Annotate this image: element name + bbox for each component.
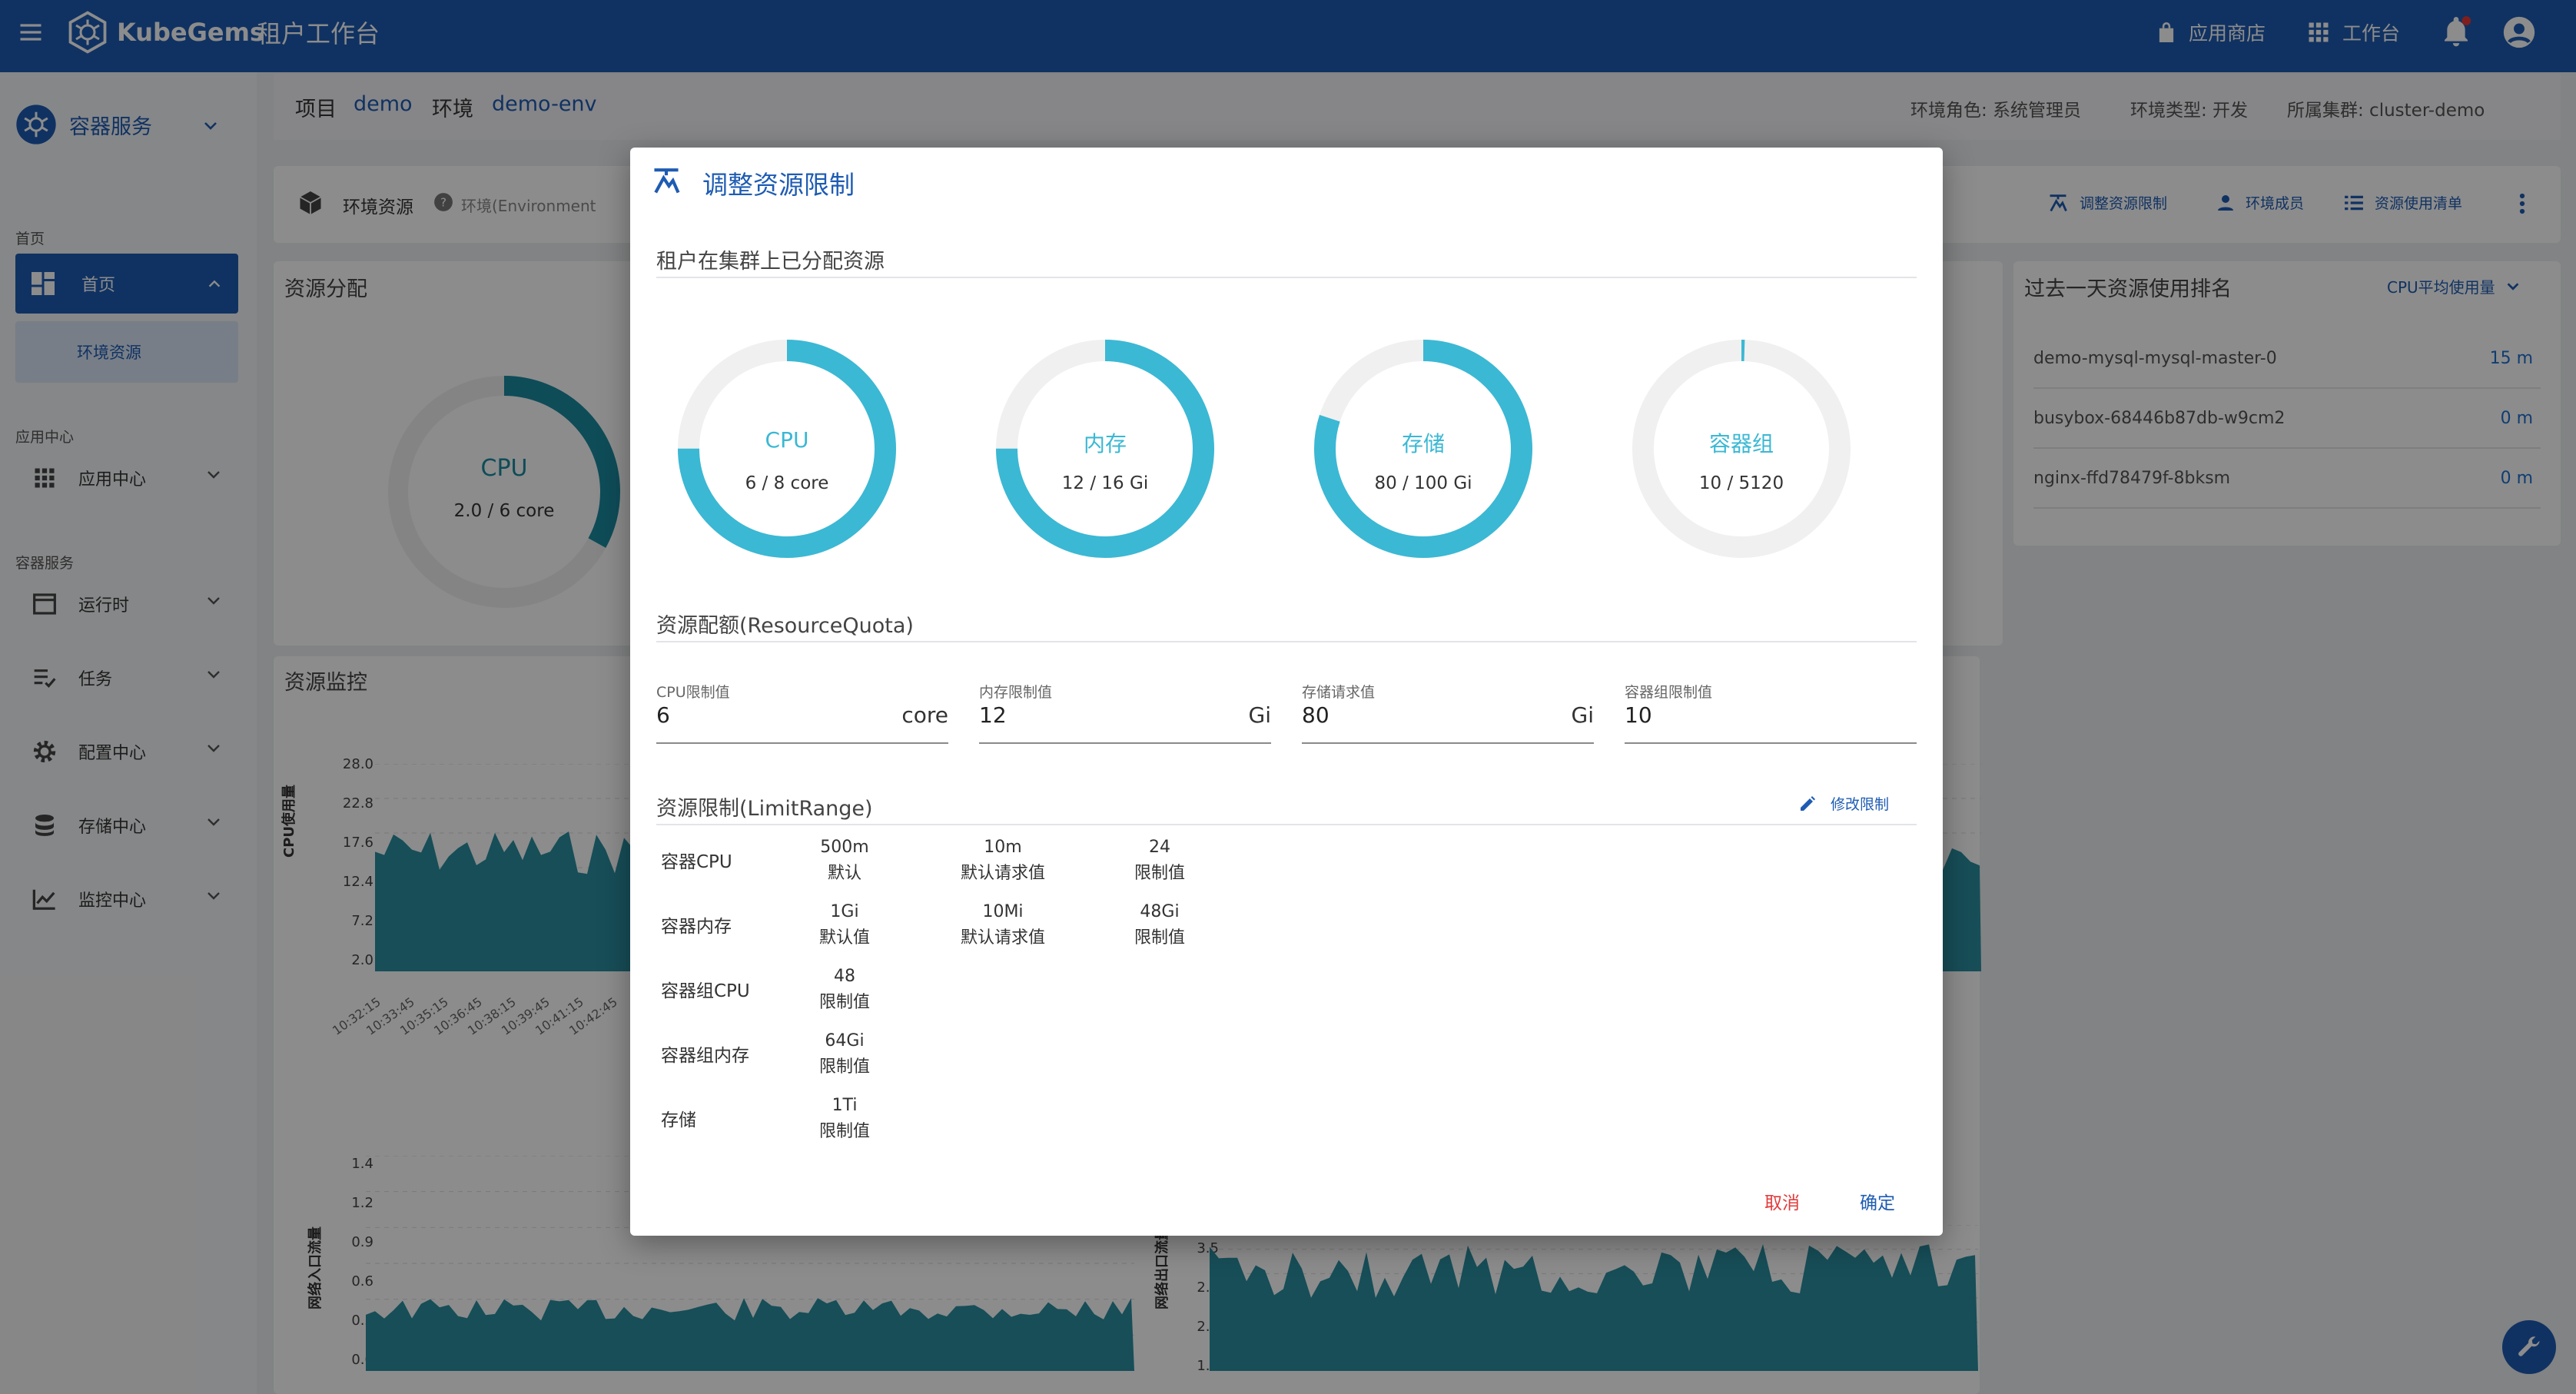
field-unit: Gi — [1248, 702, 1271, 728]
memory-limit-field[interactable]: 内存限制值 12 Gi — [979, 681, 1271, 744]
limit-cell: 500m 默认 — [779, 835, 910, 887]
field-value[interactable]: 6 — [656, 702, 670, 728]
limit-cell: 1Gi 默认值 — [779, 899, 910, 951]
ring-name: 容器组 — [1708, 431, 1774, 456]
limit-value: 24 — [1149, 838, 1170, 857]
limit-name: 存储 — [661, 1110, 696, 1130]
limit-value: 1Gi — [830, 902, 859, 921]
limit-value: 10m — [984, 838, 1022, 857]
limit-type: 限制值 — [818, 1057, 870, 1077]
limit-value: 1Ti — [832, 1096, 858, 1115]
limit-name: 容器组CPU — [661, 981, 750, 1001]
field-value[interactable]: 12 — [979, 702, 1007, 728]
scale-icon — [654, 168, 680, 194]
cpu-limit-field[interactable]: CPU限制值 6 core — [656, 681, 948, 744]
limit-value: 64Gi — [825, 1031, 865, 1050]
limit-cell: 10Mi 默认请求值 — [938, 899, 1068, 951]
limit-cell: 64Gi 限制值 — [779, 1028, 910, 1080]
divider — [656, 277, 1917, 278]
allocated-section-title: 租户在集群上已分配资源 — [656, 250, 885, 274]
confirm-button[interactable]: 确定 — [1860, 1188, 1895, 1214]
limit-value: 500m — [820, 838, 869, 857]
limit-type: 默认 — [827, 864, 861, 883]
limitrange-section-title: 资源限制(LimitRange) — [656, 797, 873, 821]
limit-name: 容器CPU — [661, 852, 732, 872]
memory-ring: 内存 12 / 16 Gi — [990, 334, 1220, 564]
limit-type: 默认值 — [818, 928, 870, 948]
pod-limit-field[interactable]: 容器组限制值 10 — [1625, 681, 1917, 744]
field-label: CPU限制值 — [656, 684, 730, 701]
divider — [656, 824, 1917, 825]
field-label: 内存限制值 — [979, 684, 1053, 701]
field-label: 容器组限制值 — [1625, 684, 1713, 701]
ring-name: 存储 — [1401, 431, 1445, 456]
limit-type: 限制值 — [818, 1122, 870, 1141]
field-value[interactable]: 80 — [1302, 702, 1329, 728]
limit-type: 默认请求值 — [960, 864, 1045, 883]
ring-value: 10 / 5120 — [1698, 473, 1784, 493]
cpu-ring: CPU 6 / 8 core — [672, 334, 902, 564]
edit-limit-label: 修改限制 — [1831, 796, 1890, 813]
field-unit: core — [901, 702, 948, 728]
adjust-resource-limit-dialog: 调整资源限制 租户在集群上已分配资源 CPU 6 / 8 core 内存 12 … — [630, 148, 1943, 1236]
ring-value: 12 / 16 Gi — [1061, 473, 1149, 493]
pencil-icon — [1801, 795, 1815, 811]
limit-value: 48 — [834, 967, 855, 986]
limit-cell: 48 限制值 — [779, 964, 910, 1016]
limit-type: 默认请求值 — [960, 928, 1045, 948]
limit-cell: 24 限制值 — [1094, 835, 1225, 887]
limit-value: 10Mi — [982, 902, 1024, 921]
limit-cell: 10m 默认请求值 — [938, 835, 1068, 887]
ring-name: 内存 — [1083, 431, 1127, 456]
limit-type: 限制值 — [1134, 928, 1185, 948]
limit-cell: 48Gi 限制值 — [1094, 899, 1225, 951]
cancel-button[interactable]: 取消 — [1764, 1188, 1800, 1214]
ring-value: 80 / 100 Gi — [1374, 473, 1472, 493]
limit-name: 容器组内存 — [661, 1046, 749, 1066]
limit-type: 限制值 — [818, 993, 870, 1012]
storage-ring: 存储 80 / 100 Gi — [1308, 334, 1539, 564]
limit-value: 48Gi — [1140, 902, 1180, 921]
pod-ring: 容器组 10 / 5120 — [1626, 334, 1857, 564]
limit-name: 容器内存 — [661, 917, 732, 937]
limit-cell: 1Ti 限制值 — [779, 1093, 910, 1145]
quota-section-title: 资源配额(ResourceQuota) — [656, 614, 914, 638]
storage-request-field[interactable]: 存储请求值 80 Gi — [1302, 681, 1594, 744]
field-label: 存储请求值 — [1302, 684, 1376, 701]
limit-type: 限制值 — [1134, 864, 1185, 883]
divider — [656, 641, 1917, 642]
edit-limit-button[interactable]: 修改限制 — [1798, 793, 1889, 814]
field-unit: Gi — [1571, 702, 1594, 728]
dialog-title: 调整资源限制 — [702, 170, 855, 200]
ring-value: 6 / 8 core — [745, 473, 829, 493]
ring-name: CPU — [765, 427, 809, 453]
field-value[interactable]: 10 — [1625, 702, 1652, 728]
